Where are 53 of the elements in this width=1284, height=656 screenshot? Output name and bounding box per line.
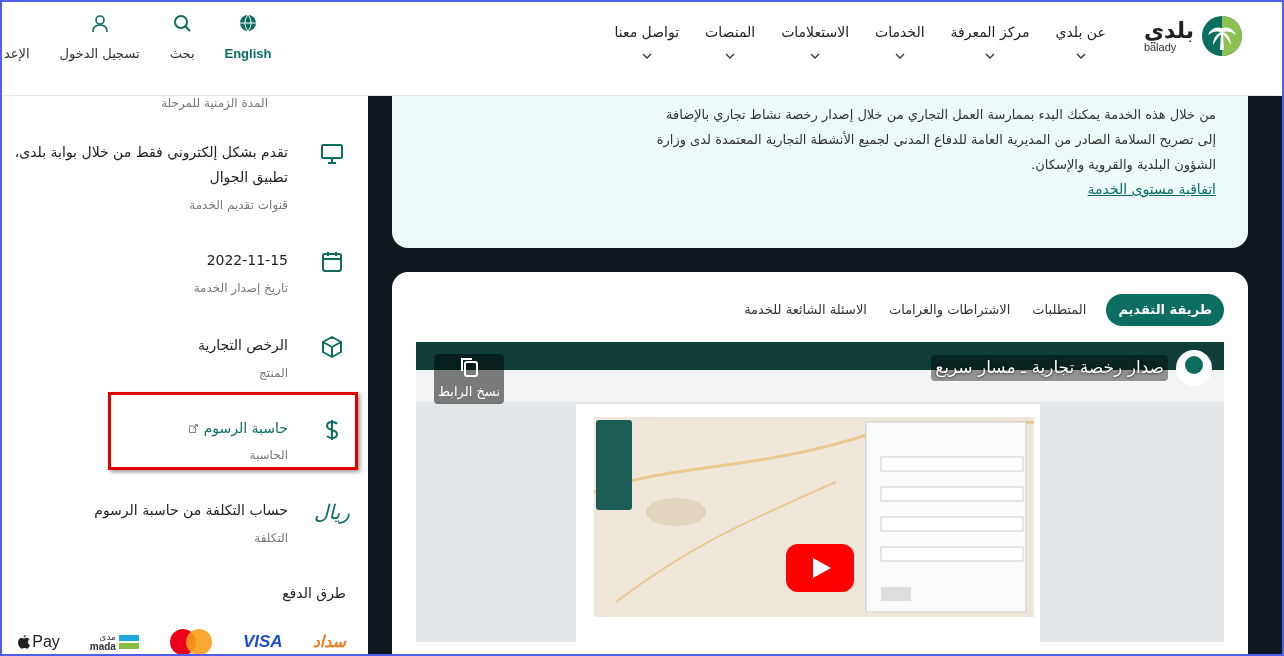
- field-value: تقدم بشكل إلكتروني فقط من خلال بوابة بلدى، تطبيق الجوال: [14, 143, 288, 188]
- logo-wordmark: بلدي: [1143, 19, 1194, 42]
- globe-icon: [239, 14, 257, 32]
- payment-methods-heading: طرق الدفع: [281, 584, 346, 604]
- nav-menu-item[interactable]: عن بلدي: [1055, 22, 1106, 59]
- header-utility-link[interactable]: بحث: [169, 14, 195, 64]
- field-value: حساب التكلفة من حاسبة الرسوم: [94, 501, 288, 521]
- user-icon: [90, 14, 109, 32]
- field-label: المدة الزمنية للمرحلة: [160, 96, 269, 110]
- copy-icon: [459, 356, 480, 378]
- visa-logo: VISA: [242, 631, 283, 654]
- cube-icon: [320, 335, 344, 359]
- tab[interactable]: الاسئلة الشائعة للخدمة: [742, 294, 869, 326]
- field-label: المنتج: [259, 365, 288, 382]
- field-label: قنوات تقديم الخدمة: [189, 197, 288, 214]
- field-label: تاريخ إصدار الخدمة: [193, 280, 288, 297]
- header-utility-link[interactable]: English: [224, 14, 272, 64]
- play-button[interactable]: [786, 544, 854, 592]
- monitor-icon: [320, 142, 344, 166]
- field-value: 2022-11-15: [206, 251, 288, 270]
- chevron-down-icon: [894, 53, 905, 59]
- nav-menu-item[interactable]: الاستعلامات: [781, 22, 850, 59]
- nav-menu-item[interactable]: المنصات: [705, 22, 756, 59]
- logo-latin-text: balady: [1143, 41, 1177, 53]
- nav-menu-item[interactable]: مركز المعرفة: [950, 22, 1030, 59]
- field-value: الرخص التجارية: [198, 336, 288, 356]
- sla-link[interactable]: اتفاقية مستوى الخدمة: [1087, 179, 1216, 200]
- nav-menu-item[interactable]: تواصل معنا: [614, 22, 680, 59]
- service-description: من خلال هذه الخدمة يمكنك البدء بممارسة العمل التجاري من خلال إصدار رخصة نشاط تجاري بالإضافة إلى تصريح السلامة الصادر من المديرية العامة للدفاع المدني لجميع الأنشطة التجارية المعتمدة لدى وزارة الشؤون البلدية والقروية والإسكان.: [656, 106, 1216, 175]
- tab[interactable]: طريقة التقديم: [1106, 294, 1224, 326]
- header-utility-link[interactable]: تسجيل الدخول: [59, 14, 140, 64]
- field-label: التكلفة: [254, 530, 288, 547]
- chevron-down-icon: [985, 53, 996, 59]
- field-label: الحاسبة: [249, 447, 288, 464]
- chevron-down-icon: [725, 53, 736, 59]
- fee-calculator-link[interactable]: حاسبة الرسوم: [188, 416, 288, 440]
- mada-stripes-icon: [118, 635, 139, 649]
- chevron-down-icon: [810, 53, 821, 59]
- search-icon: [173, 14, 192, 32]
- external-link-icon: [188, 423, 198, 433]
- nav-menu-item[interactable]: الخدمات: [875, 22, 925, 59]
- tab[interactable]: المتطلبات: [1030, 294, 1089, 326]
- chevron-down-icon: [641, 53, 652, 59]
- sadad-logo: سداد: [312, 631, 346, 653]
- copy-link-button[interactable]: نسخ الرابط: [434, 354, 505, 404]
- header-utility-link[interactable]: الإعد: [4, 14, 30, 64]
- mastercard-logo: [168, 628, 213, 654]
- calendar-icon: [320, 250, 344, 274]
- tab[interactable]: الاشتراطات والغرامات: [886, 294, 1013, 326]
- chevron-down-icon: [1075, 53, 1086, 59]
- apple-icon: [18, 635, 31, 649]
- riyal-symbol: ريال: [314, 500, 350, 524]
- apple-pay-logo: Pay: [18, 630, 60, 654]
